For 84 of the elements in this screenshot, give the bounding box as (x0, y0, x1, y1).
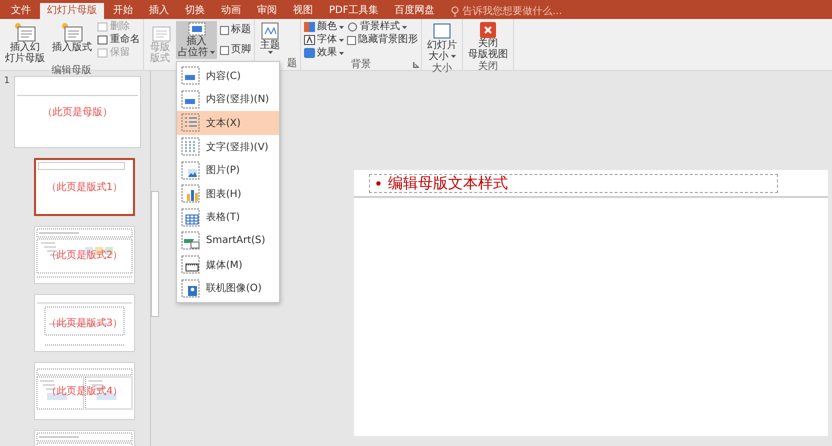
slide-number: 1 (4, 76, 10, 86)
ribbon-tab[interactable]: 动画 (214, 3, 248, 19)
ribbon-tab[interactable]: 文件 (4, 3, 38, 19)
caret-icon (268, 51, 272, 54)
fonts-button[interactable]: 字体 (304, 34, 344, 46)
theme-icon (261, 22, 279, 40)
chart-placeholder-icon (181, 184, 201, 204)
text-placeholder-icon (181, 113, 201, 132)
menu-item[interactable]: 表格(T) (177, 206, 279, 230)
ribbon-tab[interactable]: 切换 (178, 3, 212, 19)
slide-size-button[interactable]: 幻灯片 大小 (425, 21, 459, 63)
close-icon (480, 22, 496, 38)
menu-item[interactable]: 图表(H) (177, 182, 279, 206)
ribbon-tab[interactable]: 插入 (142, 3, 176, 19)
insert-placeholder-button[interactable]: 插入 占位符 (176, 21, 217, 59)
online-image-icon (181, 278, 201, 298)
group-label: 编辑母版 (52, 65, 92, 77)
thumbnail-caption: （此页是版式4） (46, 384, 123, 398)
menu-item[interactable]: 内容(竖排)(N) (177, 88, 279, 112)
slide-thumbnail[interactable]: （此页是母版） (14, 76, 141, 148)
menu-item[interactable]: 图片(P) (177, 158, 279, 182)
caret-icon (339, 52, 344, 54)
ribbon-tab[interactable]: 幻灯片母版 (40, 3, 104, 19)
colors-icon (304, 22, 315, 32)
rename-button[interactable]: 重命名 (97, 34, 140, 46)
new-slide-icon (14, 22, 36, 42)
slide-thumbnail[interactable]: （此页是版式1） (34, 158, 135, 216)
caret-icon (339, 26, 344, 28)
content-placeholder-icon (181, 90, 201, 109)
caret-icon (210, 51, 215, 54)
smartart-placeholder-icon (181, 231, 201, 250)
effects-icon (304, 48, 315, 58)
group-label: 背景 (351, 59, 371, 71)
checkbox[interactable]: 标题 (220, 24, 251, 36)
menu-item[interactable]: 内容(C) (177, 64, 279, 88)
group-label: 大小 (432, 63, 452, 75)
caret-icon (402, 26, 407, 28)
picture-placeholder-icon (181, 160, 201, 180)
scrollbar[interactable] (150, 71, 158, 446)
background-styles-button[interactable]: 背景样式 (347, 21, 418, 33)
insert-layout-button[interactable]: 插入版式 (50, 21, 94, 54)
text-placeholder[interactable]: • 编辑母版文本样式 (369, 174, 778, 193)
new-slide-icon (61, 22, 83, 42)
menu-item[interactable]: 媒体(M) (177, 252, 279, 276)
caret-icon (339, 38, 344, 42)
colors-button[interactable]: 颜色 (304, 21, 344, 33)
media-placeholder-icon (181, 255, 201, 274)
content-placeholder-icon (181, 66, 201, 86)
menu-item[interactable]: SmartArt(S) (177, 229, 279, 253)
placeholder-icon (188, 22, 206, 36)
thumbnail-caption: （此页是版式3） (46, 316, 123, 330)
slide-thumbnail[interactable]: （此页是版式3） (34, 294, 135, 352)
ribbon-tab[interactable]: 百度网盘 (387, 3, 442, 19)
slide-thumbnail[interactable]: （此页是版式2） (34, 226, 135, 284)
thumbnail-caption: （此页是版式2） (46, 248, 123, 262)
ribbon-tab[interactable]: 审阅 (250, 3, 284, 19)
slide-thumbnail[interactable]: （此页是版式4） (34, 362, 135, 420)
thumbnail-caption: （此页是母版） (42, 106, 112, 119)
ribbon-tab[interactable]: 开始 (106, 3, 140, 19)
dialog-launcher-icon (413, 62, 419, 68)
slide-size-icon (432, 22, 452, 40)
menu-item[interactable]: 联机图像(O) (177, 276, 279, 300)
insert-master-button[interactable]: 插入幻 灯片母版 (3, 21, 47, 65)
lightbulb-icon (451, 6, 460, 16)
thumbnail-caption: （此页是版式1） (46, 180, 123, 194)
caret-icon (450, 55, 456, 58)
vertical-text-icon (181, 137, 201, 156)
table-placeholder-icon (181, 208, 201, 227)
effects-button[interactable]: 效果 (304, 47, 344, 59)
checkbox[interactable]: 页脚 (220, 44, 251, 56)
slide-icon (97, 48, 108, 58)
fonts-icon (304, 35, 315, 45)
checkbox[interactable]: 隐藏背景图形 (347, 34, 418, 46)
scrollbar-thumb[interactable] (151, 191, 159, 317)
menu-item[interactable]: 文字(竖排)(V) (177, 134, 279, 158)
group-label: 关闭 (478, 61, 498, 73)
slide-icon (97, 35, 108, 45)
group-label: 题 (287, 58, 297, 70)
ribbon-tab[interactable]: PDF工具集 (322, 3, 386, 19)
slide-icon (97, 22, 108, 32)
ribbon-tab[interactable]: 视图 (286, 3, 320, 19)
close-master-view-button[interactable]: 关闭 母版视图 (466, 21, 510, 61)
menu-item[interactable]: 文本(X) (177, 111, 279, 135)
theme-button[interactable]: 主题 (258, 21, 282, 55)
